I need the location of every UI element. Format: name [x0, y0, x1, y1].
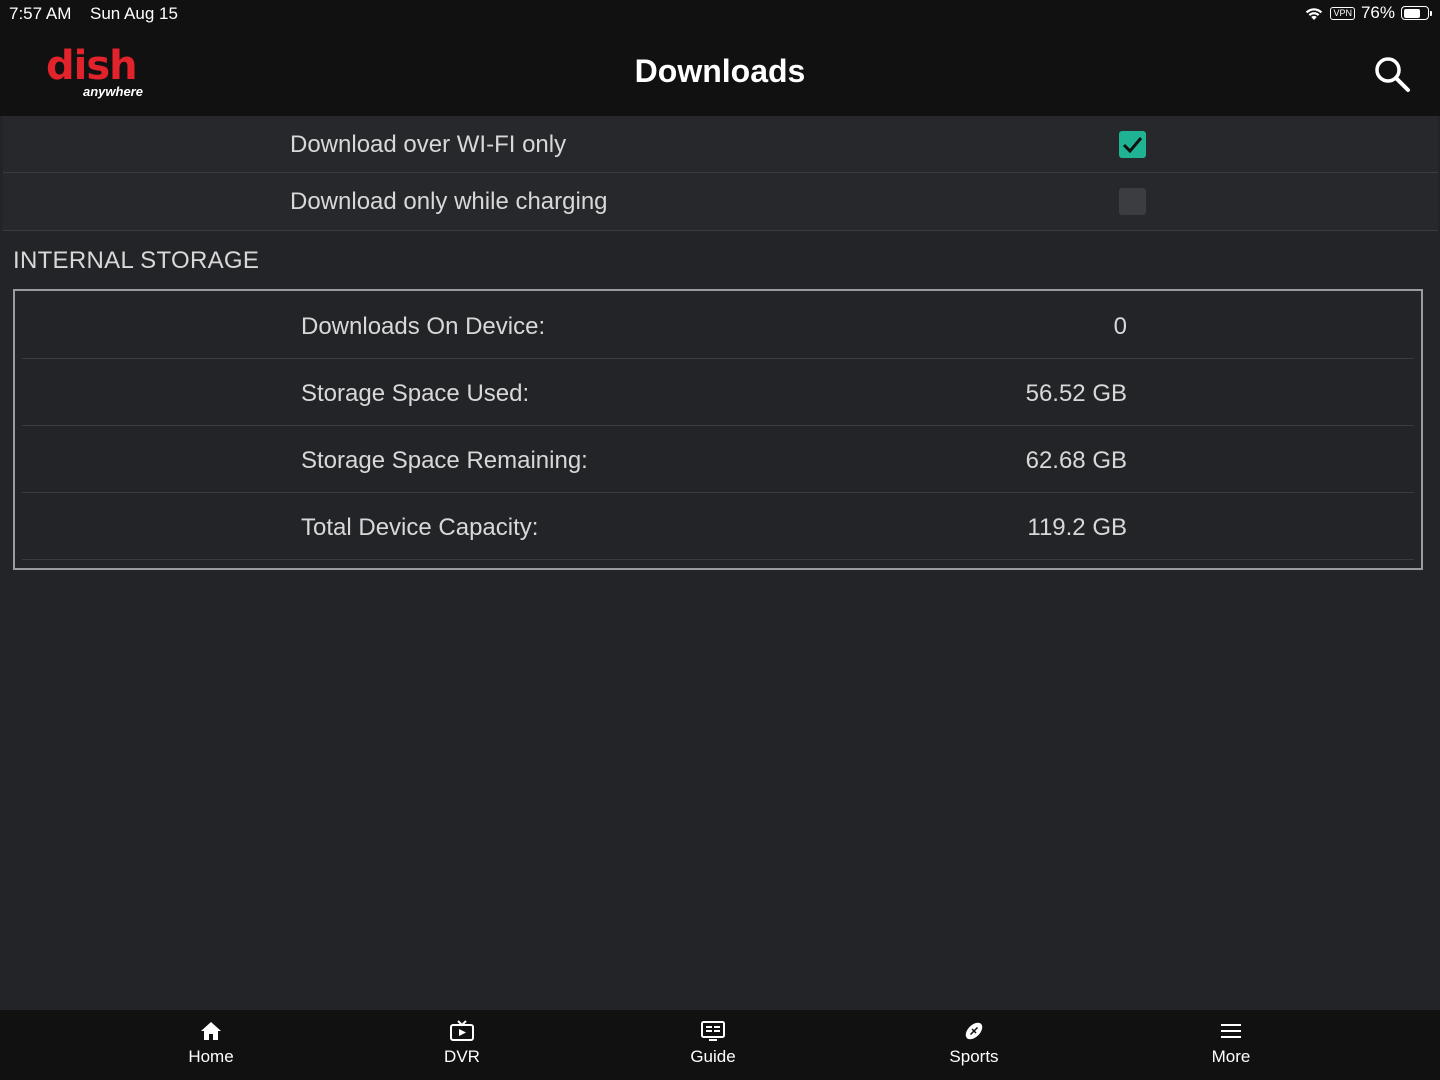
- bottom-navigation: Home DVR Guide Sports More: [0, 1010, 1440, 1080]
- nav-home[interactable]: Home: [151, 1018, 271, 1067]
- storage-row: Downloads On Device: 0: [22, 291, 1414, 359]
- status-bar: 7:57 AM Sun Aug 15 VPN 76%: [0, 0, 1440, 28]
- nav-label: More: [1211, 1047, 1251, 1066]
- nav-dvr[interactable]: DVR: [402, 1018, 522, 1067]
- internal-storage-heading: INTERNAL STORAGE: [13, 247, 260, 274]
- storage-row: Storage Space Used: 56.52 GB: [22, 358, 1414, 426]
- battery-percent: 76%: [1360, 3, 1395, 22]
- battery-icon: [1401, 6, 1432, 20]
- page-title: Downloads: [634, 53, 806, 89]
- home-icon: [201, 1022, 221, 1040]
- storage-key: Storage Space Used:: [301, 380, 530, 407]
- storage-info-panel: Downloads On Device: 0 Storage Space Use…: [13, 289, 1423, 570]
- status-right: VPN 76%: [1304, 3, 1432, 23]
- storage-row: Total Device Capacity: 119.2 GB: [22, 492, 1414, 560]
- nav-label: Home: [188, 1047, 234, 1066]
- search-button[interactable]: [1372, 54, 1412, 94]
- setting-charging-only[interactable]: Download only while charging: [3, 173, 1438, 231]
- wifi-only-checkbox[interactable]: [1119, 131, 1146, 158]
- storage-key: Total Device Capacity:: [301, 514, 539, 541]
- setting-label: Download over WI-FI only: [290, 131, 567, 158]
- storage-value: 0: [1113, 313, 1127, 340]
- football-icon: [965, 1022, 983, 1040]
- vpn-badge: VPN: [1330, 6, 1355, 20]
- nav-label: Sports: [949, 1047, 999, 1066]
- dvr-icon: [450, 1020, 474, 1041]
- storage-key: Downloads On Device:: [301, 313, 546, 340]
- guide-icon: [701, 1021, 725, 1041]
- storage-value: 62.68 GB: [1025, 447, 1127, 474]
- nav-sports[interactable]: Sports: [914, 1018, 1034, 1067]
- nav-more[interactable]: More: [1171, 1018, 1291, 1067]
- nav-label: Guide: [690, 1047, 736, 1066]
- download-settings: Download over WI-FI only Download only w…: [3, 116, 1438, 231]
- wifi-icon: [1306, 7, 1323, 20]
- search-icon: [1375, 57, 1410, 92]
- nav-guide[interactable]: Guide: [653, 1018, 773, 1067]
- storage-value: 119.2 GB: [1027, 514, 1127, 541]
- storage-key: Storage Space Remaining:: [301, 447, 588, 474]
- storage-value: 56.52 GB: [1025, 380, 1127, 407]
- setting-label: Download only while charging: [290, 188, 608, 215]
- app-header: dish anywhere Downloads: [0, 28, 1440, 116]
- status-date: Sun Aug 15: [90, 4, 178, 23]
- storage-row: Storage Space Remaining: 62.68 GB: [22, 425, 1414, 493]
- status-time: 7:57 AM: [9, 4, 72, 23]
- setting-wifi-only[interactable]: Download over WI-FI only: [3, 116, 1438, 173]
- nav-label: DVR: [444, 1047, 480, 1066]
- menu-icon: [1221, 1024, 1241, 1038]
- checkmark-icon: [1122, 137, 1143, 154]
- charging-only-checkbox[interactable]: [1119, 188, 1146, 215]
